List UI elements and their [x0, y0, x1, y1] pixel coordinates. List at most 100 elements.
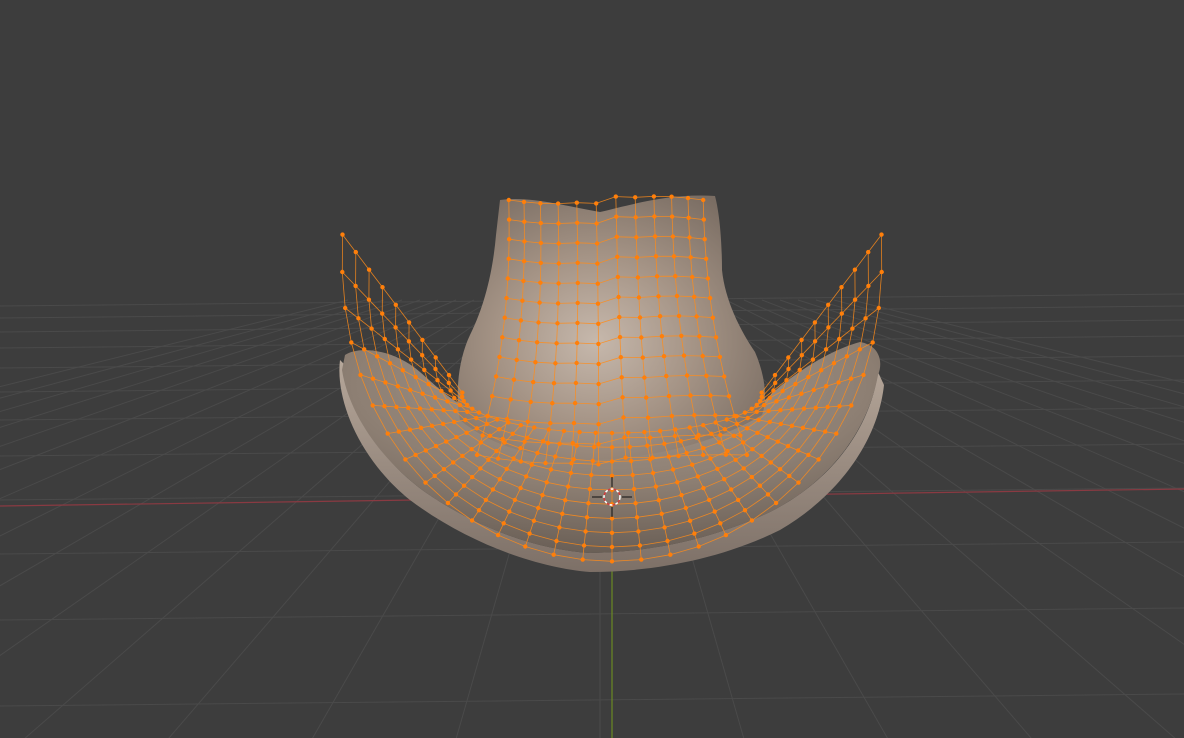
mesh-vertex[interactable] — [575, 260, 580, 265]
mesh-vertex[interactable] — [406, 320, 412, 325]
mesh-vertex[interactable] — [710, 315, 716, 320]
mesh-vertex[interactable] — [506, 256, 511, 261]
mesh-vertex[interactable] — [522, 439, 527, 444]
mesh-vertex[interactable] — [446, 380, 451, 386]
mesh-vertex[interactable] — [722, 427, 727, 432]
mesh-vertex[interactable] — [553, 454, 558, 459]
mesh-vertex[interactable] — [596, 401, 601, 407]
mesh-vertex[interactable] — [745, 426, 750, 431]
mesh-vertex[interactable] — [629, 458, 634, 464]
mesh-vertex[interactable] — [618, 355, 623, 360]
mesh-vertex[interactable] — [522, 239, 527, 244]
mesh-vertex[interactable] — [837, 336, 842, 342]
mesh-vertex[interactable] — [664, 373, 669, 379]
mesh-vertex[interactable] — [771, 388, 776, 393]
mesh-vertex[interactable] — [511, 377, 517, 382]
mesh-vertex[interactable] — [453, 492, 459, 497]
mesh-vertex[interactable] — [709, 431, 714, 436]
mesh-vertex[interactable] — [441, 408, 446, 413]
mesh-vertex[interactable] — [512, 497, 518, 503]
mesh-vertex[interactable] — [623, 455, 628, 460]
mesh-vertex[interactable] — [596, 341, 601, 347]
mesh-vertex[interactable] — [480, 433, 485, 438]
mesh-vertex[interactable] — [571, 420, 577, 426]
mesh-vertex[interactable] — [684, 450, 689, 456]
mesh-vertex[interactable] — [485, 413, 490, 418]
mesh-vertex[interactable] — [639, 335, 644, 340]
mesh-vertex[interactable] — [574, 360, 579, 366]
mesh-vertex[interactable] — [772, 372, 778, 378]
mesh-vertex[interactable] — [387, 361, 393, 366]
mesh-vertex[interactable] — [540, 439, 546, 444]
mesh-vertex[interactable] — [634, 255, 640, 260]
mesh-vertex[interactable] — [609, 559, 615, 564]
mesh-vertex[interactable] — [673, 427, 678, 432]
mesh-vertex[interactable] — [759, 390, 764, 395]
mesh-vertex[interactable] — [540, 492, 545, 498]
mesh-vertex[interactable] — [665, 538, 670, 544]
mesh-vertex[interactable] — [734, 421, 740, 427]
mesh-vertex[interactable] — [474, 426, 479, 431]
mesh-vertex[interactable] — [581, 543, 587, 548]
mesh-vertex[interactable] — [765, 492, 771, 497]
mesh-vertex[interactable] — [633, 195, 638, 200]
mesh-vertex[interactable] — [478, 466, 483, 471]
mesh-vertex[interactable] — [742, 410, 748, 415]
mesh-vertex[interactable] — [433, 366, 438, 372]
mesh-vertex[interactable] — [495, 417, 500, 422]
mesh-vertex[interactable] — [852, 267, 858, 272]
mesh-vertex[interactable] — [460, 453, 465, 459]
mesh-vertex[interactable] — [394, 404, 399, 410]
mesh-vertex[interactable] — [705, 276, 711, 281]
mesh-vertex[interactable] — [521, 259, 527, 264]
mesh-vertex[interactable] — [593, 430, 598, 435]
mesh-vertex[interactable] — [718, 432, 723, 438]
mesh-vertex[interactable] — [484, 421, 490, 427]
mesh-vertex[interactable] — [661, 354, 667, 359]
mesh-vertex[interactable] — [745, 415, 750, 421]
mesh-vertex[interactable] — [786, 395, 792, 400]
mesh-vertex[interactable] — [738, 433, 743, 438]
mesh-vertex[interactable] — [834, 431, 839, 436]
mesh-vertex[interactable] — [500, 436, 505, 442]
mesh-vertex[interactable] — [749, 406, 754, 411]
mesh-vertex[interactable] — [701, 446, 706, 451]
mesh-vertex[interactable] — [575, 220, 580, 225]
mesh-vertex[interactable] — [572, 400, 578, 406]
mesh-vertex[interactable] — [557, 525, 562, 530]
mesh-vertex[interactable] — [861, 372, 866, 378]
mesh-vertex[interactable] — [525, 435, 530, 440]
mesh-vertex[interactable] — [849, 403, 854, 408]
mesh-vertex[interactable] — [406, 339, 412, 344]
mesh-vertex[interactable] — [408, 357, 414, 362]
mesh-vertex[interactable] — [495, 532, 501, 538]
mesh-vertex[interactable] — [789, 423, 795, 428]
mesh-vertex[interactable] — [444, 439, 449, 444]
mesh-vertex[interactable] — [614, 214, 619, 219]
mesh-vertex[interactable] — [700, 452, 706, 458]
mesh-vertex[interactable] — [383, 380, 388, 385]
mesh-vertex[interactable] — [596, 321, 601, 326]
mesh-vertex[interactable] — [785, 443, 791, 449]
mesh-vertex[interactable] — [518, 459, 524, 464]
mesh-vertex[interactable] — [823, 347, 829, 352]
mesh-vertex[interactable] — [538, 201, 543, 206]
mesh-vertex[interactable] — [823, 429, 828, 434]
mesh-vertex[interactable] — [766, 408, 771, 414]
mesh-vertex[interactable] — [839, 311, 844, 316]
mesh-vertex[interactable] — [413, 374, 418, 380]
mesh-vertex[interactable] — [529, 462, 534, 467]
mesh-vertex[interactable] — [715, 466, 720, 472]
mesh-vertex[interactable] — [527, 531, 532, 536]
mesh-vertex[interactable] — [476, 508, 482, 513]
mesh-vertex[interactable] — [786, 355, 791, 360]
mesh-vertex[interactable] — [521, 278, 526, 284]
mesh-vertex[interactable] — [668, 552, 673, 557]
mesh-vertex[interactable] — [362, 347, 367, 352]
mesh-vertex[interactable] — [744, 452, 750, 458]
mesh-vertex[interactable] — [470, 406, 475, 411]
mesh-vertex[interactable] — [556, 221, 561, 226]
mesh-vertex[interactable] — [614, 234, 619, 239]
mesh-vertex[interactable] — [650, 455, 655, 460]
mesh-vertex[interactable] — [799, 391, 804, 396]
